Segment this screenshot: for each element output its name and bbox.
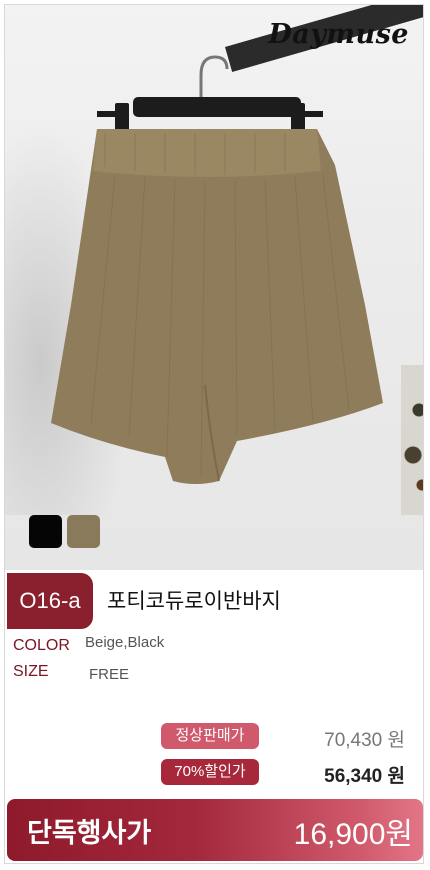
discount-price-label: 70%할인가: [161, 759, 259, 785]
exclusive-price: 16,900원: [293, 818, 413, 851]
hanger-bar: [133, 97, 301, 117]
product-photo[interactable]: Daymuse: [5, 5, 423, 570]
size-value: FREE: [89, 666, 130, 683]
exclusive-price-bar[interactable]: 단독행사가 16,900원: [7, 799, 423, 861]
hanger-hook: [199, 55, 229, 101]
discount-price: 56,340 원: [324, 766, 405, 787]
swatch-beige[interactable]: [67, 515, 100, 548]
shorts-body: [51, 129, 383, 484]
size-label: SIZE: [13, 663, 49, 680]
shorts-illustration: [51, 55, 383, 484]
regular-price: 70,430 원: [324, 730, 405, 751]
swatch-black[interactable]: [29, 515, 62, 548]
product-card[interactable]: Daymuse O16-a 포티코듀로이반바지 COLOR Beige,Blac…: [4, 4, 424, 864]
product-name[interactable]: 포티코듀로이반바지: [107, 585, 281, 615]
regular-price-label: 정상판매가: [161, 723, 259, 749]
exclusive-price-label: 단독행사가: [27, 818, 152, 848]
waistband: [93, 129, 321, 177]
color-label: COLOR: [13, 637, 70, 654]
product-code-badge: O16-a: [7, 573, 93, 629]
brand-logo: Daymuse: [268, 19, 409, 50]
color-value: Beige,Black: [85, 634, 165, 651]
